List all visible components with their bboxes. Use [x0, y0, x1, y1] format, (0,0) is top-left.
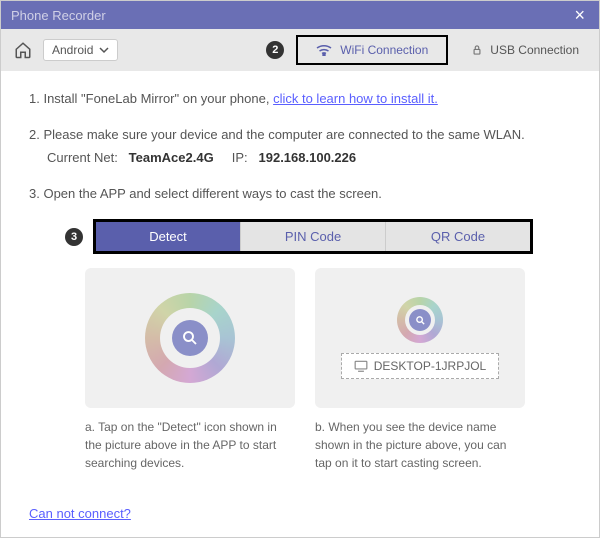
wifi-icon	[316, 44, 332, 56]
color-wheel-small	[397, 297, 443, 343]
tab-row: 3 Detect PIN Code QR Code	[65, 219, 571, 254]
ip-value: 192.168.100.226	[259, 150, 357, 165]
tab-pin-code[interactable]: PIN Code	[241, 222, 386, 251]
tab-qr-code[interactable]: QR Code	[386, 222, 530, 251]
title-bar: Phone Recorder ×	[1, 1, 599, 29]
cannot-connect-link[interactable]: Can not connect?	[29, 506, 131, 521]
card-b: DESKTOP-1JRPJOL b. When you see the devi…	[315, 268, 525, 472]
device-name-box[interactable]: DESKTOP-1JRPJOL	[341, 353, 499, 379]
ip-label: IP:	[232, 150, 248, 165]
net-label: Current Net:	[47, 150, 118, 165]
step-1-text: 1. Install "FoneLab Mirror" on your phon…	[29, 91, 273, 106]
detect-center-icon	[172, 320, 208, 356]
usb-icon	[470, 43, 484, 57]
net-value: TeamAce2.4G	[129, 150, 214, 165]
mode-tabs: Detect PIN Code QR Code	[93, 219, 533, 254]
step-2-text: 2. Please make sure your device and the …	[29, 127, 525, 142]
tab-detect[interactable]: Detect	[96, 222, 241, 251]
usb-connection-button[interactable]: USB Connection	[460, 37, 589, 63]
window-title: Phone Recorder	[11, 8, 106, 23]
platform-dropdown[interactable]: Android	[43, 39, 118, 61]
close-icon[interactable]: ×	[570, 5, 589, 26]
chevron-down-icon	[99, 45, 109, 55]
content-area: 1. Install "FoneLab Mirror" on your phon…	[1, 71, 599, 496]
home-button[interactable]	[11, 38, 35, 62]
install-link[interactable]: click to learn how to install it.	[273, 91, 438, 106]
step-2: 2. Please make sure your device and the …	[29, 125, 571, 168]
step-3-text: 3. Open the APP and select different way…	[29, 186, 382, 201]
monitor-icon	[354, 360, 368, 372]
usb-label: USB Connection	[490, 43, 579, 57]
device-name: DESKTOP-1JRPJOL	[374, 359, 486, 373]
step-badge-3: 3	[65, 228, 83, 246]
step-3: 3. Open the APP and select different way…	[29, 184, 571, 204]
step-1: 1. Install "FoneLab Mirror" on your phon…	[29, 89, 571, 109]
search-icon	[415, 315, 426, 326]
toolbar: Android 2 WiFi Connection USB Connection	[1, 29, 599, 71]
wifi-connection-button[interactable]: WiFi Connection	[296, 35, 448, 65]
caption-b: b. When you see the device name shown in…	[315, 418, 525, 472]
card-a: a. Tap on the "Detect" icon shown in the…	[85, 268, 295, 472]
step-badge-2: 2	[266, 41, 284, 59]
home-icon	[14, 41, 32, 59]
footer: Can not connect?	[1, 496, 599, 537]
platform-label: Android	[52, 43, 93, 57]
connection-group: 2 WiFi Connection USB Connection	[266, 35, 589, 65]
color-wheel-large	[145, 293, 235, 383]
cards-row: a. Tap on the "Detect" icon shown in the…	[85, 268, 571, 472]
card-a-box	[85, 268, 295, 408]
detect-small-icon	[409, 309, 431, 331]
search-icon	[181, 329, 199, 347]
network-info: Current Net: TeamAce2.4G IP: 192.168.100…	[29, 148, 571, 168]
card-b-box: DESKTOP-1JRPJOL	[315, 268, 525, 408]
app-window: Phone Recorder × Android 2 WiFi Connecti…	[0, 0, 600, 538]
caption-a: a. Tap on the "Detect" icon shown in the…	[85, 418, 295, 472]
wifi-label: WiFi Connection	[340, 43, 428, 57]
